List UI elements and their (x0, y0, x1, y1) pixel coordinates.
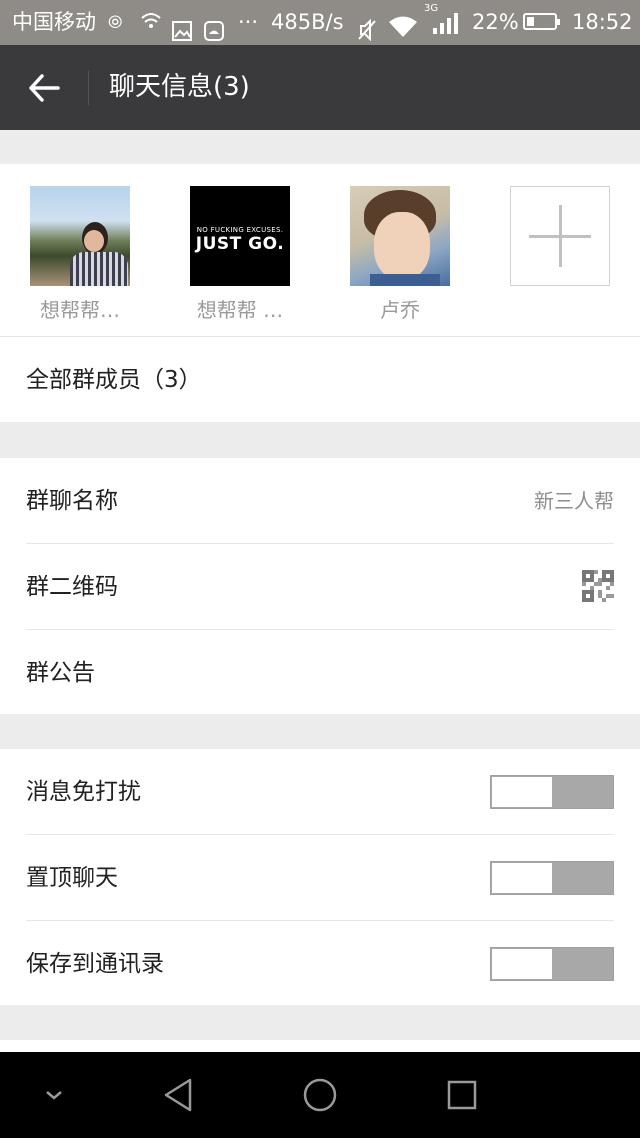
nav-home-button[interactable] (280, 1052, 360, 1138)
header-bar: 聊天信息(3) (0, 45, 640, 130)
members-section: 想帮帮… NO FUCKING EXCUSES. JUST GO. 想帮帮 … … (0, 164, 640, 422)
group-name-label: 群聊名称 (26, 488, 118, 514)
member-name: 卢乔 (380, 298, 420, 322)
recents-square-icon (447, 1080, 477, 1110)
back-button[interactable] (18, 63, 70, 113)
add-member-button[interactable] (510, 186, 610, 286)
status-bar: 中国移动 ⦾ ··· 485B/s 3G 22% 18:52 (0, 0, 640, 45)
group-notice-row[interactable]: 群公告 (0, 630, 640, 716)
group-name-row[interactable]: 群聊名称 新三人帮 (0, 458, 640, 544)
avatar-caption: JUST GO. (195, 234, 285, 254)
chevron-down-icon (46, 1091, 62, 1100)
back-triangle-icon (164, 1078, 192, 1112)
pin-chat-toggle[interactable] (490, 861, 614, 895)
avatar-caption-small: NO FUCKING EXCUSES. (196, 226, 284, 234)
qr-code-icon (582, 570, 614, 602)
next-section-edge (0, 1040, 640, 1052)
clock: 18:52 (572, 10, 633, 34)
avatar[interactable]: NO FUCKING EXCUSES. JUST GO. (190, 186, 290, 286)
more-dots-icon: ··· (238, 10, 259, 34)
arrow-left-icon (29, 74, 60, 102)
header-divider (88, 71, 89, 105)
message-icon: ⦾ (108, 12, 123, 33)
signal-icon (433, 12, 461, 34)
mute-notifications-row: 消息免打扰 (0, 749, 640, 835)
page-title: 聊天信息(3) (109, 72, 250, 102)
save-to-contacts-toggle[interactable] (490, 947, 614, 981)
settings-section: 消息免打扰 置顶聊天 保存到通讯录 (0, 749, 640, 1005)
home-circle-icon (303, 1078, 337, 1112)
nav-recents-button[interactable] (422, 1052, 502, 1138)
member-item[interactable]: 卢乔 (340, 186, 460, 323)
group-info-section: 群聊名称 新三人帮 群二维码 群公告 (0, 458, 640, 714)
network-speed: 485B/s (271, 10, 344, 34)
setting-label: 消息免打扰 (26, 779, 141, 805)
group-qr-row[interactable]: 群二维码 (0, 544, 640, 630)
setting-label: 置顶聊天 (26, 865, 118, 891)
avatar[interactable] (30, 186, 130, 286)
member-item[interactable]: NO FUCKING EXCUSES. JUST GO. 想帮帮 … (180, 186, 300, 323)
pin-chat-row: 置顶聊天 (0, 835, 640, 921)
avatar[interactable] (350, 186, 450, 286)
battery-percent: 22% (472, 10, 519, 34)
member-name: 想帮帮… (40, 298, 120, 322)
navigation-bar (0, 1052, 640, 1138)
member-item[interactable]: 想帮帮… (20, 186, 140, 323)
setting-label: 保存到通讯录 (26, 951, 164, 977)
battery-icon (523, 13, 560, 30)
nav-back-button[interactable] (138, 1052, 218, 1138)
group-notice-label: 群公告 (26, 660, 95, 686)
member-name: 想帮帮 … (196, 298, 284, 322)
group-name-value: 新三人帮 (534, 489, 614, 513)
carrier-label: 中国移动 (12, 10, 96, 34)
group-qr-label: 群二维码 (26, 574, 118, 600)
save-to-contacts-row: 保存到通讯录 (0, 921, 640, 1007)
all-members-row[interactable]: 全部群成员（3） (0, 336, 640, 422)
hide-nav-button[interactable] (14, 1052, 94, 1138)
mute-notifications-toggle[interactable] (490, 775, 614, 809)
